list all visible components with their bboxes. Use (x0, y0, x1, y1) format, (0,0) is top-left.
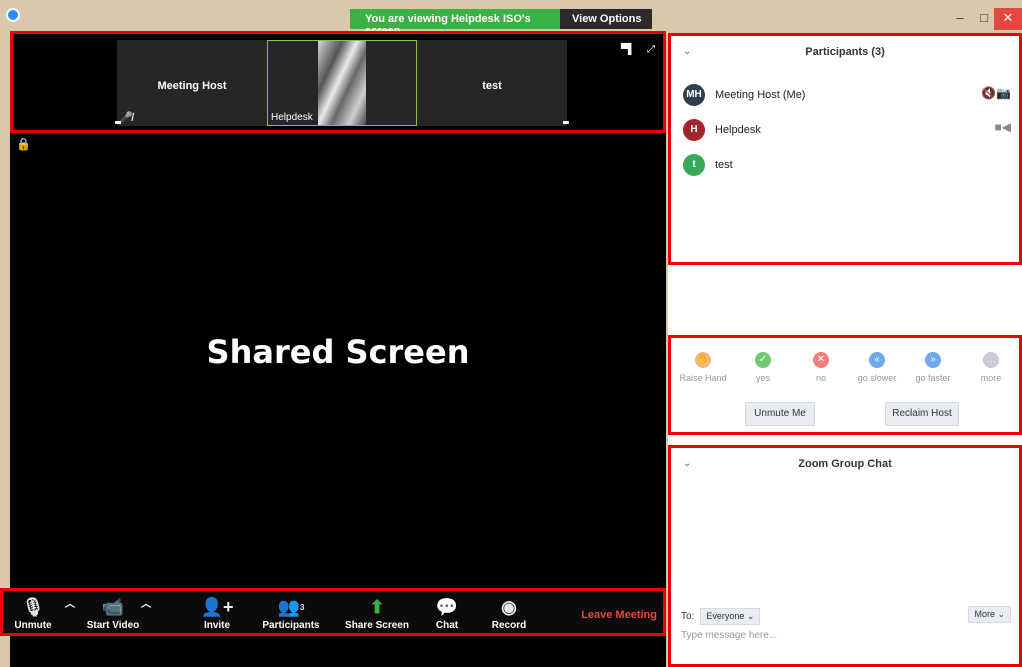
video-tile-helpdesk[interactable]: Helpdesk (267, 40, 417, 126)
leave-meeting-button[interactable]: Leave Meeting (581, 609, 657, 621)
tile-name: test (482, 80, 502, 92)
record-button[interactable]: ◉ Record (489, 595, 529, 631)
reaction-label: Raise Hand (679, 373, 727, 383)
swap-view-icon[interactable]: ▀▌ (621, 44, 635, 55)
title-bar: You are viewing Helpdesk ISO's screen Vi… (0, 0, 1022, 38)
chat-label: Chat (435, 620, 459, 631)
record-icon: ◉ (501, 597, 517, 617)
chat-more-button[interactable]: More ⌄ (968, 606, 1011, 623)
participants-count: 3 (299, 603, 305, 612)
go-faster-reaction[interactable]: » go faster (907, 352, 959, 383)
strip-controls: ▀▌ ⤢ (621, 44, 655, 55)
tile-name: Meeting Host (157, 80, 227, 92)
video-tile-meeting-host[interactable]: Meeting Host 🎤̸ (115, 40, 267, 126)
viewing-message: You are viewing Helpdesk ISO's screen (350, 9, 560, 37)
meeting-area: Meeting Host 🎤̸ Helpdesk test ▀▌ ⤢ 🔒 Sha… (10, 31, 666, 667)
chat-title: Zoom Group Chat (798, 458, 892, 470)
viewing-banner: You are viewing Helpdesk ISO's screen Vi… (350, 9, 652, 38)
fullscreen-icon[interactable]: ⤢ (647, 44, 655, 55)
participants-title: Participants (3) (805, 46, 885, 58)
participants-button[interactable]: 👥3 Participants (261, 595, 321, 631)
share-screen-icon: ⬆ (369, 597, 385, 617)
tile-marker (563, 121, 569, 124)
raise-hand-icon: ✋ (695, 352, 711, 368)
start-video-button[interactable]: 📹 Start Video (83, 595, 143, 631)
avatar: H (683, 119, 705, 141)
participant-row[interactable]: H Helpdesk (683, 117, 761, 143)
reaction-label: yes (755, 373, 770, 383)
participant-row[interactable]: t test (683, 152, 733, 178)
video-options-caret[interactable]: ︿ (141, 595, 151, 610)
video-icon: ■◀ (994, 120, 1011, 134)
participant-name: Meeting Host (Me) (715, 89, 806, 101)
share-screen-button[interactable]: ⬆ Share Screen (345, 595, 409, 631)
chat-panel: ⌄ Zoom Group Chat To: Everyone ⌄ More ⌄ … (668, 445, 1022, 667)
invite-button[interactable]: 👤+ Invite (199, 595, 235, 631)
raise-hand-reaction[interactable]: ✋ Raise Hand (677, 352, 729, 383)
video-tile-test[interactable]: test (417, 40, 569, 126)
reaction-label: no (815, 373, 826, 383)
fast-forward-icon: » (925, 352, 941, 368)
audio-options-caret[interactable]: ︿ (65, 595, 75, 610)
to-label: To: (681, 611, 695, 622)
camera-feed (318, 41, 366, 125)
invite-icon: 👤+ (200, 597, 234, 617)
tile-marker (115, 121, 121, 124)
muted-mic-icon: 🎙 (21, 597, 45, 617)
go-slower-reaction[interactable]: « go slower (851, 352, 903, 383)
reaction-label: go faster (915, 373, 951, 383)
view-options-button[interactable]: View Options ⌄ (560, 9, 652, 38)
x-icon: ✕ (813, 352, 829, 368)
video-strip: Meeting Host 🎤̸ Helpdesk test ▀▌ ⤢ (10, 31, 666, 133)
avatar: t (683, 154, 705, 176)
share-screen-label: Share Screen (345, 620, 409, 631)
more-reactions[interactable]: … more (965, 352, 1017, 383)
chat-recipient: To: Everyone ⌄ (681, 608, 761, 625)
participants-icon: 👥3 (277, 597, 305, 617)
avatar: MH (683, 84, 705, 106)
chat-icon: 💬 (435, 597, 459, 617)
muted-mic-icon: 🎤̸ (119, 112, 133, 124)
tile-name: Helpdesk (271, 112, 313, 123)
video-off-icon: 📹 (101, 597, 125, 617)
side-panels: ⌄ Participants (3) MH Meeting Host (Me) … (668, 33, 1022, 667)
participants-label: Participants (262, 620, 320, 631)
reaction-label: go slower (857, 373, 897, 383)
record-label: Record (491, 620, 527, 631)
zoom-logo-icon (6, 8, 20, 22)
start-video-label: Start Video (86, 620, 140, 631)
check-icon: ✓ (755, 352, 771, 368)
chat-message-input[interactable]: Type message here... (681, 630, 777, 641)
invite-label: Invite (203, 620, 231, 631)
no-reaction[interactable]: ✕ no (795, 352, 847, 383)
lock-icon: 🔒 (16, 137, 31, 151)
close-button[interactable]: ✕ (994, 8, 1022, 30)
participant-name: test (715, 159, 733, 171)
reaction-label: more (980, 373, 1002, 383)
participants-panel: ⌄ Participants (3) MH Meeting Host (Me) … (668, 33, 1022, 265)
ellipsis-icon: … (983, 352, 999, 368)
shared-screen-label: Shared Screen (206, 333, 470, 371)
unmute-me-button[interactable]: Unmute Me (745, 402, 815, 426)
unmute-button[interactable]: 🎙 Unmute (13, 595, 53, 631)
recipient-select[interactable]: Everyone ⌄ (700, 608, 761, 625)
meeting-toolbar: 🎙 Unmute ︿ 📹 Start Video ︿ 👤+ Invite 👥3 … (0, 588, 666, 636)
rewind-icon: « (869, 352, 885, 368)
muted-video-off-icon: 🔇📷 (981, 86, 1011, 100)
participant-row[interactable]: MH Meeting Host (Me) (683, 82, 805, 108)
reactions-panel: ✋ Raise Hand ✓ yes ✕ no « go slower » go… (668, 335, 1022, 435)
yes-reaction[interactable]: ✓ yes (737, 352, 789, 383)
unmute-label: Unmute (14, 620, 52, 631)
reclaim-host-button[interactable]: Reclaim Host (885, 402, 959, 426)
participant-name: Helpdesk (715, 124, 761, 136)
chat-button[interactable]: 💬 Chat (431, 595, 463, 631)
